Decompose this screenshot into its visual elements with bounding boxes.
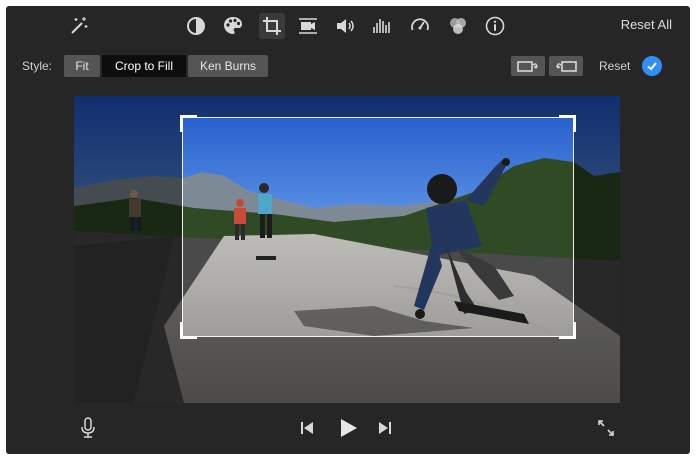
crop-handle-top-left[interactable] [180,115,197,132]
color-balance-icon[interactable] [184,14,208,38]
reset-button[interactable]: Reset [599,59,630,73]
stabilization-icon[interactable] [296,14,320,38]
fullscreen-icon[interactable] [596,418,616,438]
rotate-right-icon [555,61,577,72]
adjustments-toolbar: Reset All [6,6,690,46]
video-viewer[interactable] [74,96,620,403]
crop-handle-bottom-right[interactable] [559,322,576,339]
crop-icon[interactable] [259,13,285,39]
volume-icon[interactable] [333,14,357,38]
reset-all-button[interactable]: Reset All [621,17,672,32]
speed-icon[interactable] [408,14,432,38]
skip-back-icon[interactable] [298,418,316,438]
info-icon[interactable] [483,14,507,38]
color-correction-icon[interactable] [221,14,245,38]
apply-crop-button[interactable] [642,56,662,76]
crop-handle-bottom-left[interactable] [180,322,197,339]
crop-to-fill-button[interactable]: Crop to Fill [102,55,186,77]
skip-forward-icon[interactable] [376,418,394,438]
rotate-left-button[interactable] [511,56,545,76]
checkmark-icon [647,62,657,71]
microphone-icon[interactable] [78,416,98,440]
imovie-crop-panel: Reset All Style: Fit Crop to Fill Ken Bu… [6,6,690,454]
noise-reduction-icon[interactable] [370,14,394,38]
playback-controls [6,408,690,454]
rotate-right-button[interactable] [549,56,583,76]
ken-burns-button[interactable]: Ken Burns [188,55,268,77]
fit-button[interactable]: Fit [64,55,100,77]
crop-handle-top-right[interactable] [559,115,576,132]
play-icon[interactable] [336,415,360,441]
style-label: Style: [22,59,53,73]
rotate-left-icon [517,61,539,72]
crop-rectangle[interactable] [180,115,576,339]
crop-style-row: Style: Fit Crop to Fill Ken Burns Reset [6,54,690,80]
magic-wand-icon[interactable] [66,14,90,38]
clip-filter-icon[interactable] [446,14,470,38]
